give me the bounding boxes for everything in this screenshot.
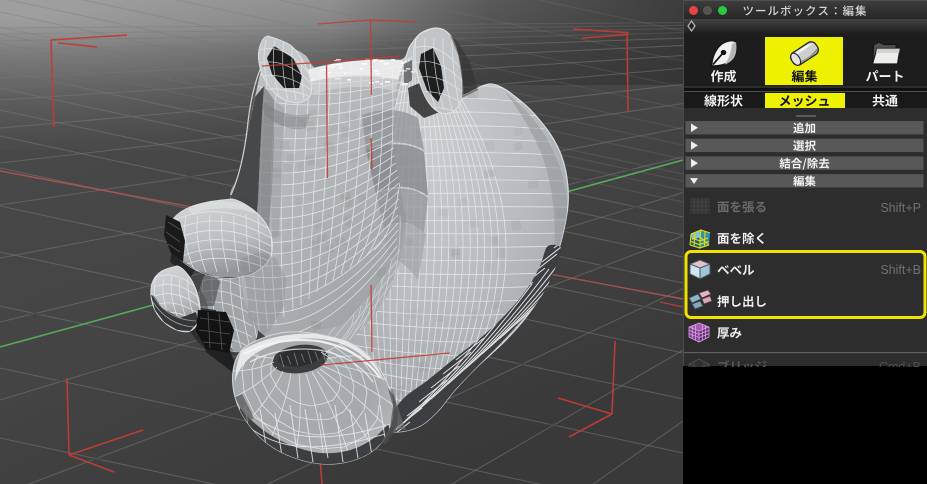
- svg-text:Shift+P: Shift+P: [880, 201, 921, 215]
- svg-text:Shift+B: Shift+B: [880, 263, 921, 277]
- svg-text:Cmd+B: Cmd+B: [879, 360, 921, 367]
